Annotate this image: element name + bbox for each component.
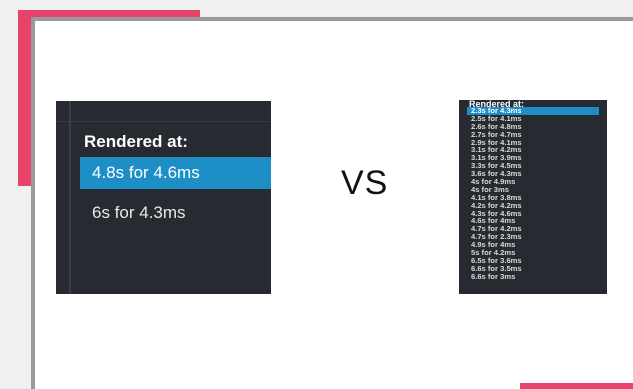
- panel-title: Rendered at:: [84, 132, 188, 151]
- accent-bar-left: [18, 10, 31, 186]
- accent-bar-bottom: [520, 383, 633, 389]
- render-list-item-selected[interactable]: 4.8s for 4.6ms: [80, 157, 271, 189]
- render-list-item[interactable]: 6s for 4.3ms: [80, 197, 271, 229]
- render-list-panel-left: Rendered at: 4.8s for 4.6ms 6s for 4.3ms: [56, 101, 271, 294]
- render-list: 2.3s for 4.3ms 2.5s for 4.1ms 2.6s for 4.8…: [467, 107, 599, 281]
- render-list-item[interactable]: 6.6s for 3ms: [467, 272, 599, 281]
- versus-label: VS: [341, 164, 389, 202]
- render-list-panel-right: Rendered at: 2.3s for 4.3ms 2.5s for 4.1m…: [459, 100, 607, 294]
- panel-divider: [56, 121, 271, 122]
- panel-gutter: [69, 101, 71, 294]
